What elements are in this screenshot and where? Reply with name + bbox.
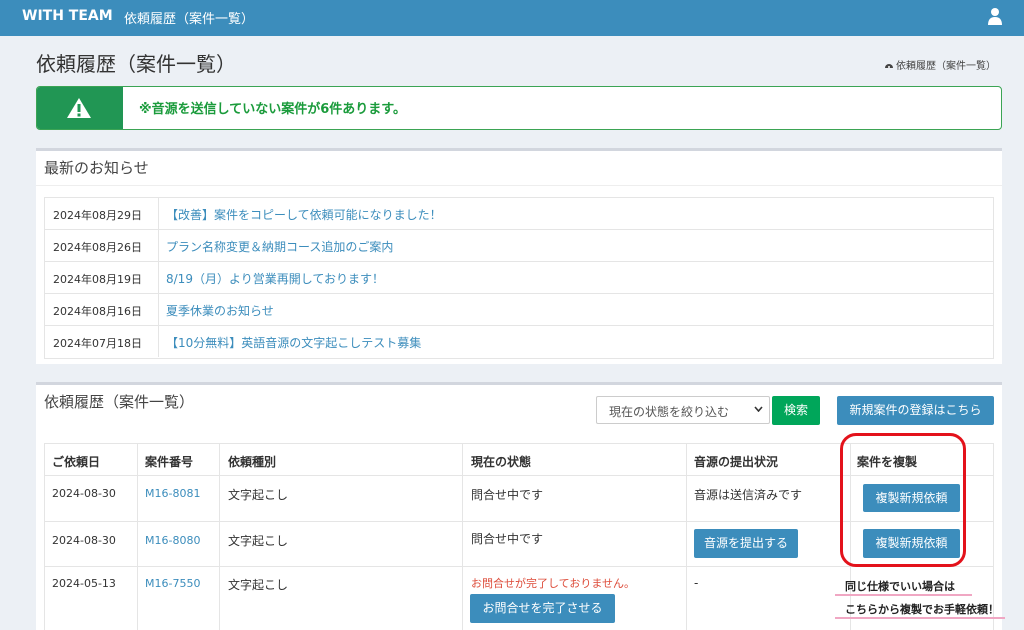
unsent-audio-alert: ※音源を送信していない案件が6件あります。 xyxy=(36,86,1002,130)
header-date: ご依頼日 xyxy=(52,455,101,469)
search-button[interactable]: 検索 xyxy=(772,396,820,425)
news-item: 2024年08月29日 【改善】案件をコピーして依頼可能になりました！ xyxy=(45,198,993,230)
case-id-link[interactable]: M16-8081 xyxy=(145,487,200,500)
complete-inquiry-button[interactable]: お問合せを完了させる xyxy=(470,594,615,623)
news-box: 最新のお知らせ 2024年08月29日 【改善】案件をコピーして依頼可能になりま… xyxy=(36,148,1002,364)
inquiry-incomplete-warning: お問合せが完了しておりません。 xyxy=(471,577,636,590)
status-filter-select[interactable]: 現在の状態を絞り込む xyxy=(596,396,770,424)
row-date: 2024-08-30 xyxy=(52,487,116,500)
dashboard-icon xyxy=(885,64,893,68)
case-id-link[interactable]: M16-8080 xyxy=(145,534,200,547)
news-title: 最新のお知らせ xyxy=(44,159,149,177)
alert-message: ※音源を送信していない案件が6件あります。 xyxy=(139,102,406,117)
news-date: 2024年08月26日 xyxy=(53,241,142,254)
top-navbar: WITH TEAM 依頼履歴（案件一覧） xyxy=(0,0,1024,36)
news-item: 2024年08月16日 夏季休業のお知らせ xyxy=(45,294,993,326)
row-status: 問合せ中です xyxy=(471,532,544,546)
breadcrumb-label[interactable]: 依頼履歴（案件一覧） xyxy=(896,57,996,72)
row-date: 2024-05-13 xyxy=(52,577,116,590)
news-link[interactable]: 夏季休業のお知らせ xyxy=(166,302,274,319)
page-title: 依頼履歴（案件一覧） xyxy=(36,52,236,76)
news-link[interactable]: 8/19（月）より営業再開しております！ xyxy=(166,270,384,287)
news-link[interactable]: プラン名称変更＆納期コース追加のご案内 xyxy=(166,238,393,255)
row-submission: 音源は送信済みです xyxy=(694,488,803,502)
breadcrumb: 依頼履歴（案件一覧） xyxy=(884,57,996,72)
brand-logo[interactable]: WITH TEAM xyxy=(22,8,113,24)
case-id-link[interactable]: M16-7550 xyxy=(145,577,200,590)
table-row: 2024-05-13 M16-7550 文字起こし お問合せが完了しておりません… xyxy=(45,567,993,630)
news-list: 2024年08月29日 【改善】案件をコピーして依頼可能になりました！ 2024… xyxy=(44,197,994,359)
nav-link-history[interactable]: 依頼履歴（案件一覧） xyxy=(124,8,254,27)
news-item: 2024年07月18日 【10分無料】英語音源の文字起こしテスト募集 xyxy=(45,326,993,358)
row-type: 文字起こし xyxy=(228,534,289,548)
row-submission: - xyxy=(694,576,699,590)
header-submission: 音源の提出状況 xyxy=(694,455,779,469)
news-link[interactable]: 【改善】案件をコピーして依頼可能になりました！ xyxy=(166,206,442,223)
annotation-text: 同じ仕様でいい場合は xyxy=(845,580,955,593)
news-item: 2024年08月26日 プラン名称変更＆納期コース追加のご案内 xyxy=(45,230,993,262)
header-status: 現在の状態 xyxy=(471,455,532,469)
history-title: 依頼履歴（案件一覧） xyxy=(44,393,195,411)
warning-icon xyxy=(67,98,91,118)
header-id: 案件番号 xyxy=(145,455,194,469)
status-filter-value: 現在の状態を絞り込む xyxy=(609,405,730,419)
news-date: 2024年08月16日 xyxy=(53,305,142,318)
news-date: 2024年07月18日 xyxy=(53,337,142,350)
chevron-down-icon xyxy=(754,406,763,412)
row-date: 2024-08-30 xyxy=(52,534,116,547)
news-date: 2024年08月19日 xyxy=(53,273,142,286)
news-link[interactable]: 【10分無料】英語音源の文字起こしテスト募集 xyxy=(166,334,421,351)
submit-audio-button[interactable]: 音源を提出する xyxy=(694,529,798,558)
new-request-button[interactable]: 新規案件の登録はこちら xyxy=(837,396,994,425)
user-icon[interactable] xyxy=(988,7,1002,25)
alert-icon-area xyxy=(37,87,123,129)
row-type: 文字起こし xyxy=(228,578,289,592)
annotation-highlight-circle xyxy=(840,433,966,567)
annotation-text: こちらから複製でお手軽依頼！ xyxy=(845,603,999,616)
annotation-underline xyxy=(835,617,1005,619)
news-date: 2024年08月29日 xyxy=(53,209,142,222)
annotation-underline xyxy=(835,594,972,596)
row-type: 文字起こし xyxy=(228,488,289,502)
header-type: 依頼種別 xyxy=(228,455,277,469)
row-status: 問合せ中です xyxy=(471,488,544,502)
news-item: 2024年08月19日 8/19（月）より営業再開しております！ xyxy=(45,262,993,294)
